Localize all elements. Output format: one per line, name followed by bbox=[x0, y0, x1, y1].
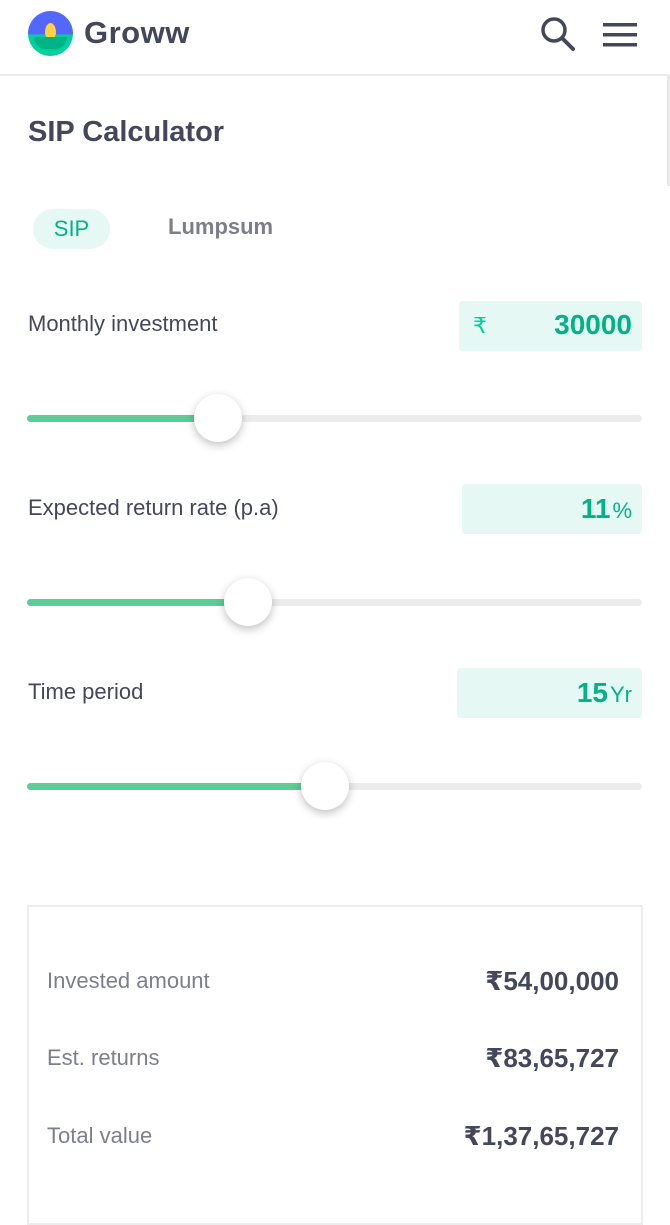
return-rate-slider[interactable] bbox=[27, 578, 642, 626]
tab-sip[interactable]: SIP bbox=[33, 209, 110, 249]
time-period-value-group: 15 Yr bbox=[577, 677, 632, 709]
rupee-icon: ₹ bbox=[473, 313, 487, 338]
return-rate-label: Expected return rate (p.a) bbox=[28, 495, 279, 520]
slider-fill bbox=[27, 415, 218, 422]
brand-name[interactable]: Groww bbox=[84, 15, 190, 51]
return-rate-value-group: 11 % bbox=[581, 493, 632, 525]
est-returns-value: ₹83,65,727 bbox=[485, 1043, 619, 1073]
tab-sip-label: SIP bbox=[53, 216, 90, 241]
est-returns-label: Est. returns bbox=[47, 1045, 160, 1070]
time-period-label: Time period bbox=[28, 679, 144, 704]
page-title: SIP Calculator bbox=[28, 116, 225, 148]
invested-amount-label: Invested amount bbox=[47, 968, 210, 993]
monthly-investment-slider[interactable] bbox=[27, 394, 642, 442]
time-period-slider[interactable] bbox=[27, 762, 642, 810]
logo-bowl bbox=[34, 37, 67, 49]
slider-thumb[interactable] bbox=[301, 762, 350, 810]
results-card: Invested amount ₹54,00,000 Est. returns … bbox=[27, 905, 643, 1225]
total-value-label: Total value bbox=[47, 1123, 153, 1148]
percent-unit: % bbox=[612, 498, 632, 523]
slider-fill bbox=[27, 599, 249, 606]
time-period-input[interactable]: 15 Yr bbox=[457, 668, 642, 718]
return-rate-input[interactable]: 11 % bbox=[462, 484, 642, 534]
monthly-investment-label: Monthly investment bbox=[28, 311, 218, 336]
monthly-investment-input[interactable]: ₹ 30000 bbox=[459, 301, 642, 351]
invested-amount-value: ₹54,00,000 bbox=[485, 966, 619, 996]
search-icon[interactable] bbox=[538, 14, 578, 54]
tab-lumpsum[interactable]: Lumpsum bbox=[168, 214, 273, 240]
total-value-value: ₹1,37,65,727 bbox=[463, 1121, 619, 1151]
slider-fill bbox=[27, 783, 326, 790]
return-rate-value: 11 bbox=[580, 493, 611, 524]
years-unit: Yr bbox=[610, 682, 632, 707]
time-period-value: 15 bbox=[576, 677, 608, 708]
slider-thumb[interactable] bbox=[224, 578, 273, 626]
menu-icon[interactable] bbox=[601, 20, 639, 50]
monthly-investment-value: 30000 bbox=[554, 309, 632, 340]
top-header: Groww bbox=[0, 0, 670, 76]
groww-logo-icon[interactable] bbox=[28, 11, 73, 56]
slider-thumb[interactable] bbox=[193, 394, 242, 442]
